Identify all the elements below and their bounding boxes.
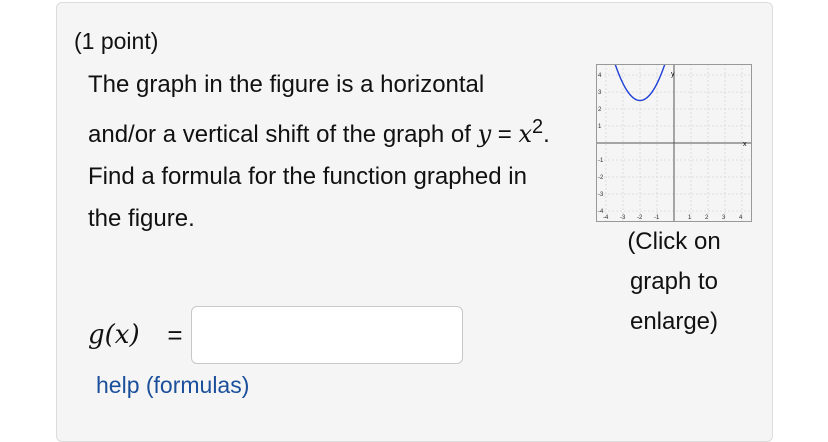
- equation-operator: =: [491, 121, 519, 148]
- answer-input[interactable]: [191, 306, 463, 364]
- graph-y-axis-label: y: [671, 71, 675, 78]
- y-tick-label: -3: [598, 192, 604, 198]
- x-tick-label: 3: [722, 215, 726, 221]
- equation-lhs: y: [477, 120, 492, 148]
- answer-label: g(x): [88, 320, 140, 350]
- x-tick-label: -2: [637, 215, 643, 221]
- y-tick-label: 2: [598, 107, 602, 113]
- y-tick-label: 3: [598, 90, 602, 96]
- graph-parabola-curve: [607, 38, 670, 102]
- x-tick-label: -4: [603, 215, 609, 221]
- problem-points: (1 point): [74, 28, 159, 54]
- answer-row: g(x) =: [88, 306, 192, 364]
- equation-exponent: 2: [532, 116, 544, 138]
- y-tick-label: 4: [598, 73, 602, 79]
- y-tick-label: -4: [598, 209, 604, 215]
- graph-axes: [596, 64, 752, 222]
- help-formulas-link[interactable]: help (formulas): [96, 372, 249, 399]
- x-tick-label: -3: [620, 215, 626, 221]
- x-tick-label: 1: [688, 215, 692, 221]
- graph-svg[interactable]: -4 -3 -2 -1 1 2 3 4 4 3 2 1 -1 -2 -3 -4 x y: [596, 38, 752, 222]
- x-tick-label: -1: [654, 215, 660, 221]
- answer-equals: =: [167, 319, 183, 350]
- x-tick-label: 2: [705, 215, 709, 221]
- y-tick-label: 1: [598, 124, 602, 130]
- graph-tick-labels: -4 -3 -2 -1 1 2 3 4 4 3 2 1 -1 -2 -3 -4: [598, 73, 743, 221]
- problem-statement: The graph in the figure is a horizontal …: [88, 64, 558, 240]
- y-tick-label: -2: [598, 175, 604, 181]
- enlarge-graph-link[interactable]: (Click on graph to enlarge): [600, 222, 748, 342]
- problem-text-intro: The graph in the figure is a horizontal …: [88, 71, 485, 148]
- graph-x-axis-label: x: [743, 141, 747, 148]
- y-tick-label: -1: [598, 158, 604, 164]
- equation-base: x: [518, 120, 533, 148]
- function-graph[interactable]: -4 -3 -2 -1 1 2 3 4 4 3 2 1 -1 -2 -3 -4 x y: [596, 38, 752, 222]
- x-tick-label: 4: [739, 215, 743, 221]
